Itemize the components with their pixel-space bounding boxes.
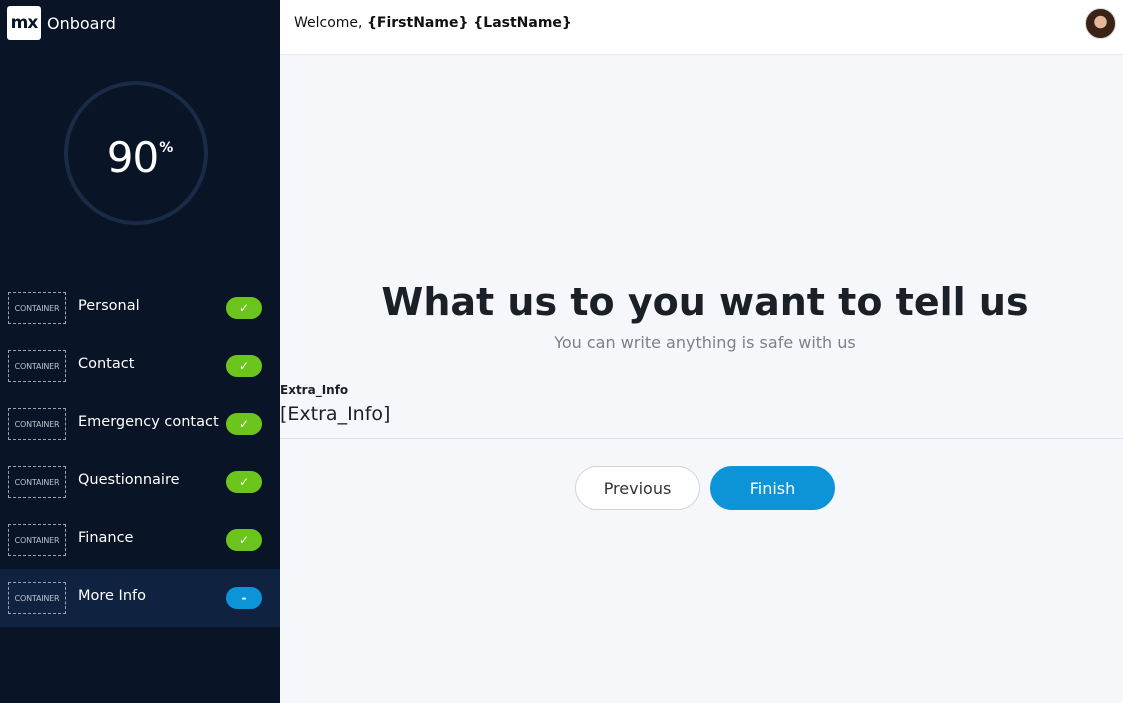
mendix-logo-icon: mx [7, 6, 41, 40]
welcome-message: Welcome, {FirstName} {LastName} [294, 15, 572, 31]
page-title: What us to you want to tell us [381, 280, 1029, 324]
sidebar: mx Onboard 90 % CONTAINER Personal ✓ CON… [0, 0, 280, 703]
check-icon: ✓ [226, 297, 262, 319]
step-questionnaire[interactable]: CONTAINER Questionnaire ✓ [0, 453, 280, 511]
finish-button[interactable]: Finish [710, 466, 835, 510]
step-label: More Info [78, 588, 146, 604]
step-finance[interactable]: CONTAINER Finance ✓ [0, 511, 280, 569]
step-container-placeholder: CONTAINER [8, 292, 66, 324]
step-label: Contact [78, 356, 135, 372]
top-bar: Welcome, {FirstName} {LastName} [280, 0, 1123, 55]
step-contact[interactable]: CONTAINER Contact ✓ [0, 337, 280, 395]
step-container-placeholder: CONTAINER [8, 350, 66, 382]
app-name: Onboard [47, 13, 116, 33]
field-divider [280, 438, 1123, 439]
step-container-placeholder: CONTAINER [8, 524, 66, 556]
in-progress-badge: - [226, 587, 262, 609]
step-container-placeholder: CONTAINER [8, 582, 66, 614]
progress-ring: 90 % [64, 81, 208, 225]
step-emergency-contact[interactable]: CONTAINER Emergency contact ✓ [0, 395, 280, 453]
check-icon: ✓ [226, 471, 262, 493]
brand[interactable]: mx Onboard [7, 6, 116, 40]
previous-button[interactable]: Previous [575, 466, 700, 510]
welcome-prefix: Welcome, [294, 15, 367, 31]
step-label: Finance [78, 530, 134, 546]
step-label: Personal [78, 298, 140, 314]
progress-value: 90 % [68, 85, 212, 229]
page-subtitle: You can write anything is safe with us [554, 333, 856, 352]
step-label: Questionnaire [78, 472, 180, 488]
progress-percent: 90 [106, 132, 159, 182]
extra-info-label: Extra_Info [280, 383, 349, 397]
extra-info-field[interactable]: [Extra_Info] [280, 403, 390, 425]
progress-unit: % [159, 140, 174, 156]
step-container-placeholder: CONTAINER [8, 466, 66, 498]
check-icon: ✓ [226, 413, 262, 435]
check-icon: ✓ [226, 355, 262, 377]
avatar[interactable] [1085, 8, 1116, 39]
step-personal[interactable]: CONTAINER Personal ✓ [0, 279, 280, 337]
step-more-info[interactable]: CONTAINER More Info - [0, 569, 280, 627]
user-name: {FirstName} {LastName} [366, 15, 572, 31]
step-container-placeholder: CONTAINER [8, 408, 66, 440]
check-icon: ✓ [226, 529, 262, 551]
step-label: Emergency contact [78, 414, 219, 430]
steps-list: CONTAINER Personal ✓ CONTAINER Contact ✓… [0, 279, 280, 627]
